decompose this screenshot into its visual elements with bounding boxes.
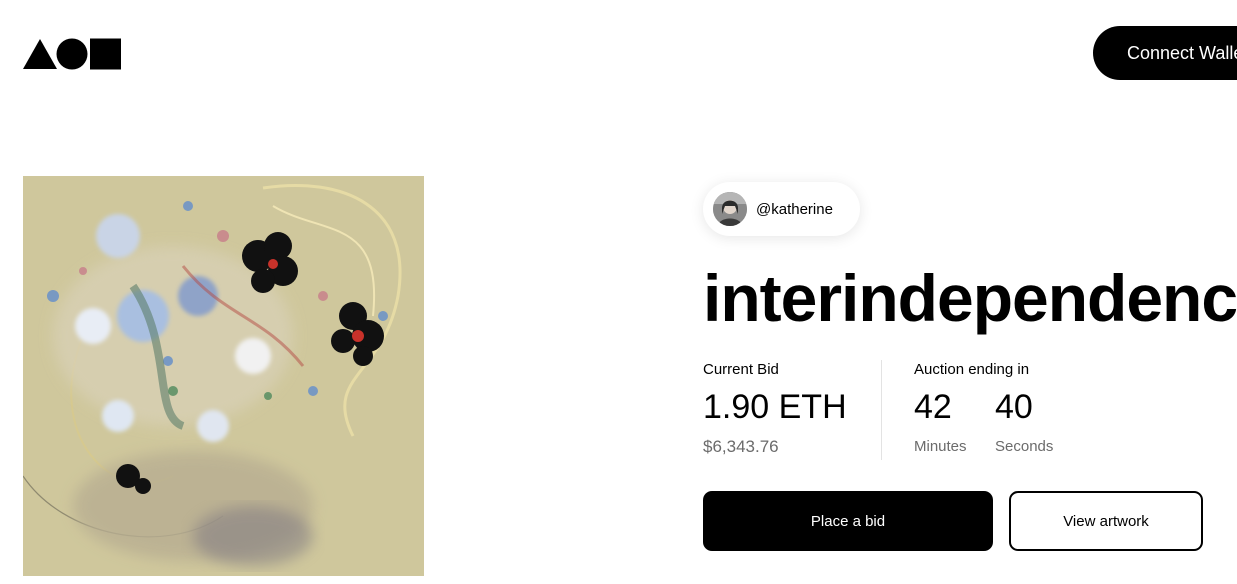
creator-handle: @katherine — [756, 200, 833, 218]
user-avatar-icon — [713, 192, 747, 226]
current-bid-label: Current Bid — [703, 361, 779, 378]
creator-chip[interactable]: @katherine — [703, 182, 860, 236]
view-artwork-button[interactable]: View artwork — [1009, 491, 1203, 551]
connect-wallet-button[interactable]: Connect Wallet — [1093, 26, 1237, 80]
artwork-image[interactable] — [23, 176, 424, 576]
divider — [881, 360, 882, 460]
current-bid-usd: $6,343.76 — [703, 437, 779, 456]
minutes-value: 42 — [914, 388, 952, 426]
brand-logo[interactable] — [23, 38, 123, 70]
artwork-title: interindependence — [703, 261, 1237, 335]
auction-ending-label: Auction ending in — [914, 361, 1030, 378]
triangle-circle-square-logo-icon — [23, 38, 121, 70]
minutes-label: Minutes — [914, 438, 967, 455]
current-bid-value: 1.90 ETH — [703, 388, 847, 426]
place-bid-button[interactable]: Place a bid — [703, 491, 993, 551]
abstract-floral-artwork-icon — [23, 176, 424, 576]
seconds-value: 40 — [995, 388, 1033, 426]
seconds-label: Seconds — [995, 438, 1054, 455]
auction-page: Connect Wallet @katherine interindepende… — [0, 0, 1237, 584]
